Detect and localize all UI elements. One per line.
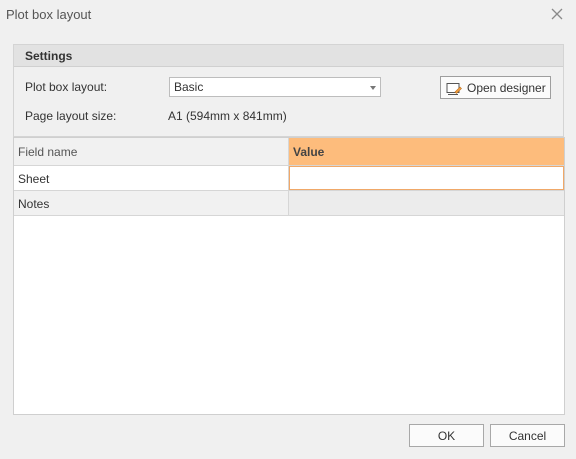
settings-panel: Settings Plot box layout: Basic Open des…	[13, 44, 564, 137]
ok-button[interactable]: OK	[409, 424, 484, 447]
title-bar: Plot box layout	[0, 0, 576, 28]
page-layout-size-value: A1 (594mm x 841mm)	[168, 109, 287, 123]
window-title: Plot box layout	[6, 7, 92, 22]
grid-header-row: Field name Value	[14, 138, 564, 166]
table-row[interactable]: Sheet	[14, 166, 564, 191]
close-icon[interactable]	[549, 6, 565, 22]
fields-grid: Field name Value Sheet Notes	[13, 137, 565, 415]
plot-box-layout-selected-value: Basic	[174, 80, 204, 94]
column-header-field-name[interactable]: Field name	[14, 138, 289, 165]
page-layout-size-label: Page layout size:	[25, 109, 117, 123]
field-name-cell: Notes	[14, 191, 289, 215]
plot-box-designer-icon	[446, 82, 462, 99]
value-cell[interactable]	[289, 191, 564, 215]
settings-header: Settings	[14, 45, 563, 67]
column-header-value[interactable]: Value	[289, 138, 564, 165]
value-cell-input[interactable]	[289, 166, 564, 190]
plot-box-layout-select[interactable]: Basic	[169, 77, 381, 97]
open-designer-label: Open designer	[467, 81, 546, 95]
chevron-down-icon	[370, 86, 376, 90]
field-name-cell: Sheet	[14, 166, 289, 190]
table-row[interactable]: Notes	[14, 191, 564, 216]
plot-box-layout-label: Plot box layout:	[25, 80, 108, 94]
open-designer-button[interactable]: Open designer	[440, 76, 551, 99]
cancel-button[interactable]: Cancel	[490, 424, 565, 447]
